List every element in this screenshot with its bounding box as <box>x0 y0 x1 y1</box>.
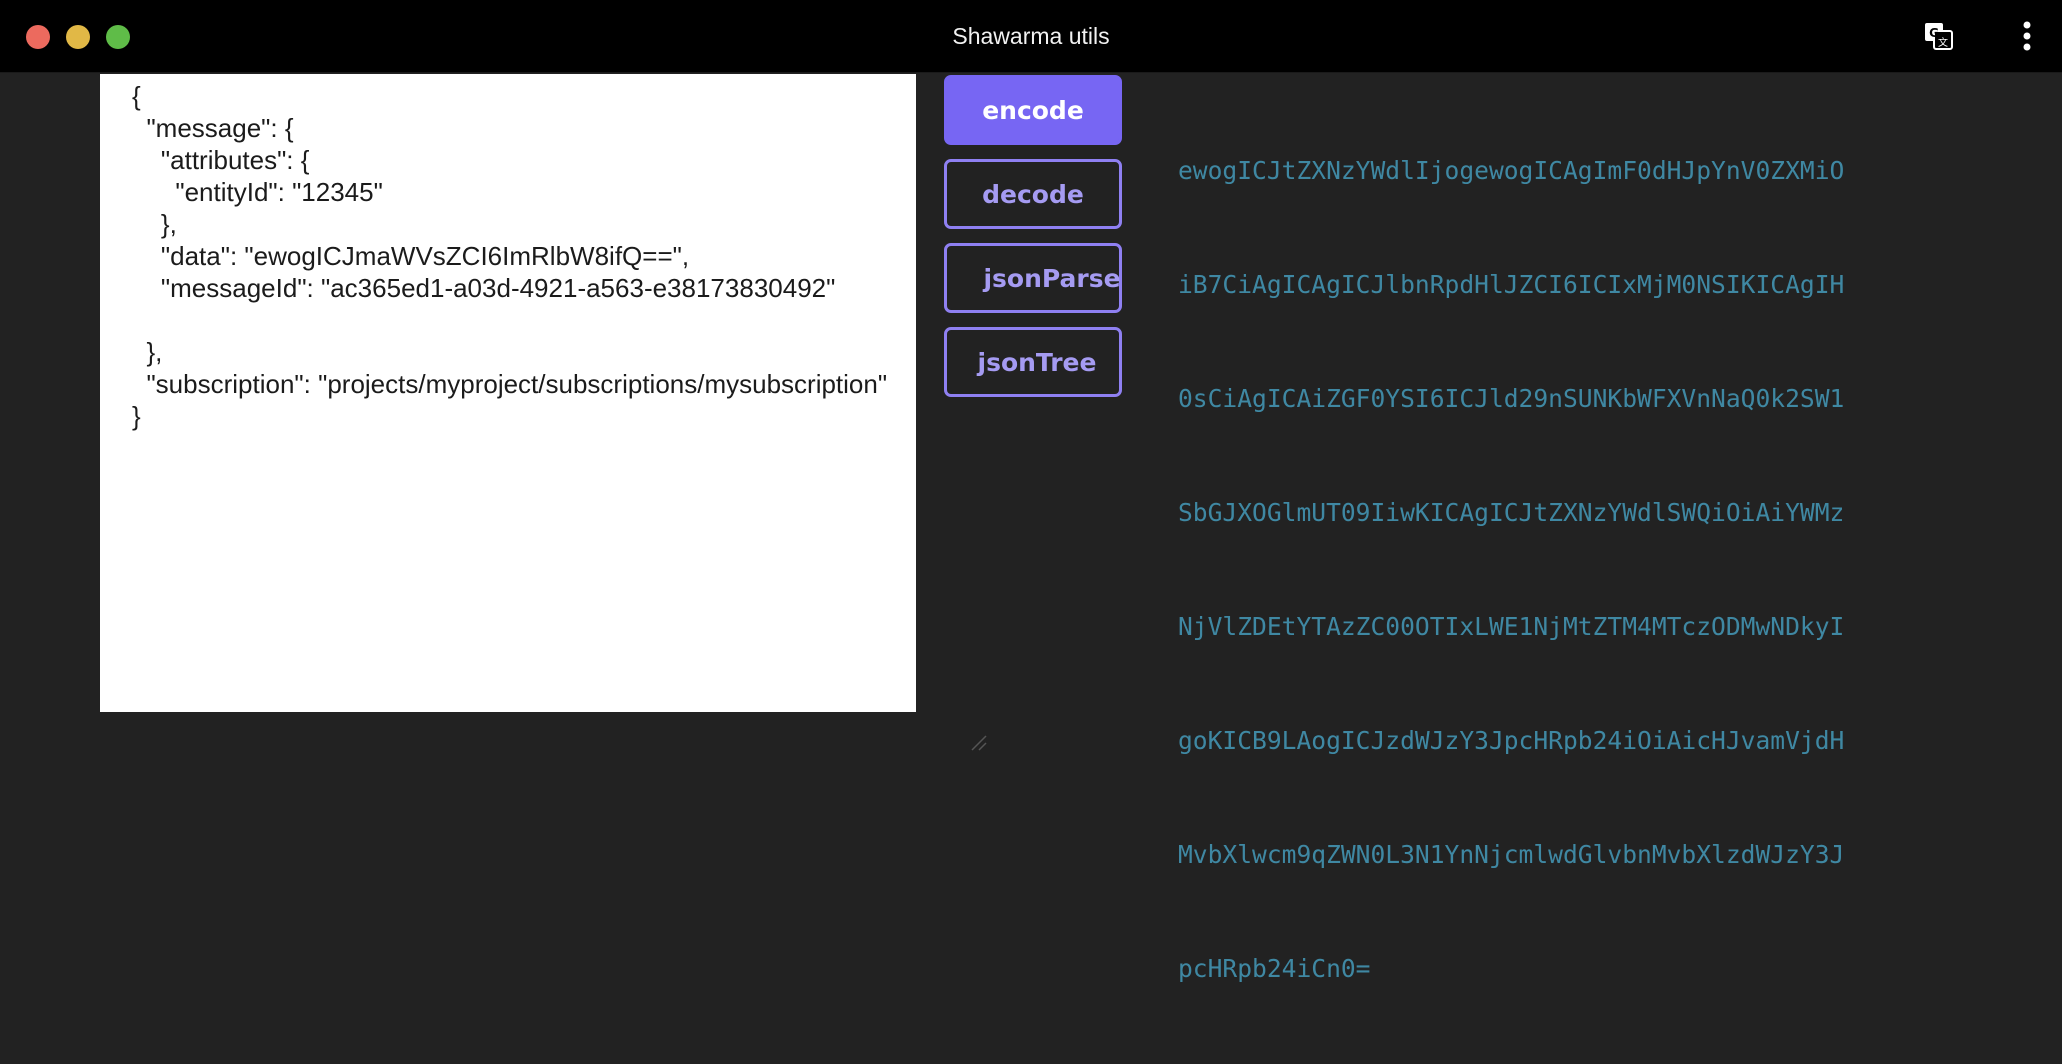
window-title: Shawarma utils <box>952 23 1110 49</box>
json-input-text[interactable]: { "message": { "attributes": { "entityId… <box>132 80 902 432</box>
output-line: SbGJXOGlmUT09IiwKICAgICJtZXNzYWdlSWQiOiA… <box>1178 498 1845 527</box>
decode-button[interactable]: decode <box>944 159 1122 229</box>
svg-text:文: 文 <box>1938 36 1948 49</box>
output-line: MvbXlwcm9qZWN0L3N1YnNjcmlwdGlvbnMvbXlzdW… <box>1178 840 1845 869</box>
resize-handle-icon[interactable] <box>968 732 988 752</box>
output-line: NjVlZDEtYTAzZC00OTIxLWE1NjMtZTM4MTczODMw… <box>1178 612 1845 641</box>
title-bar: Shawarma utils G 文 <box>0 0 2062 73</box>
translate-icon[interactable]: G 文 <box>1924 22 1954 50</box>
json-input-textarea[interactable]: { "message": { "attributes": { "entityId… <box>100 74 987 751</box>
encode-button[interactable]: encode <box>944 75 1122 145</box>
more-vertical-icon[interactable] <box>2015 18 2039 54</box>
output-line: goKICB9LAogICJzdWJzY3JpcHRpb24iOiAicHJva… <box>1178 726 1845 755</box>
output-line: iB7CiAgICAgICJlbnRpdHlJZCI6ICIxMjM0NSIKI… <box>1178 270 1845 299</box>
output-line: pcHRpb24iCn0= <box>1178 954 1371 983</box>
json-parse-button[interactable]: jsonParse <box>944 243 1122 313</box>
json-tree-button[interactable]: jsonTree <box>944 327 1122 397</box>
output-line: 0sCiAgICAiZGF0YSI6ICJld29nSUNKbWFXVnNaQ0… <box>1178 384 1845 413</box>
encoded-output: ewogICJtZXNzYWdlIjogewogICAgImF0dHJpYnV0… <box>1178 76 1968 1026</box>
output-line: ewogICJtZXNzYWdlIjogewogICAgImF0dHJpYnV0… <box>1178 156 1845 185</box>
